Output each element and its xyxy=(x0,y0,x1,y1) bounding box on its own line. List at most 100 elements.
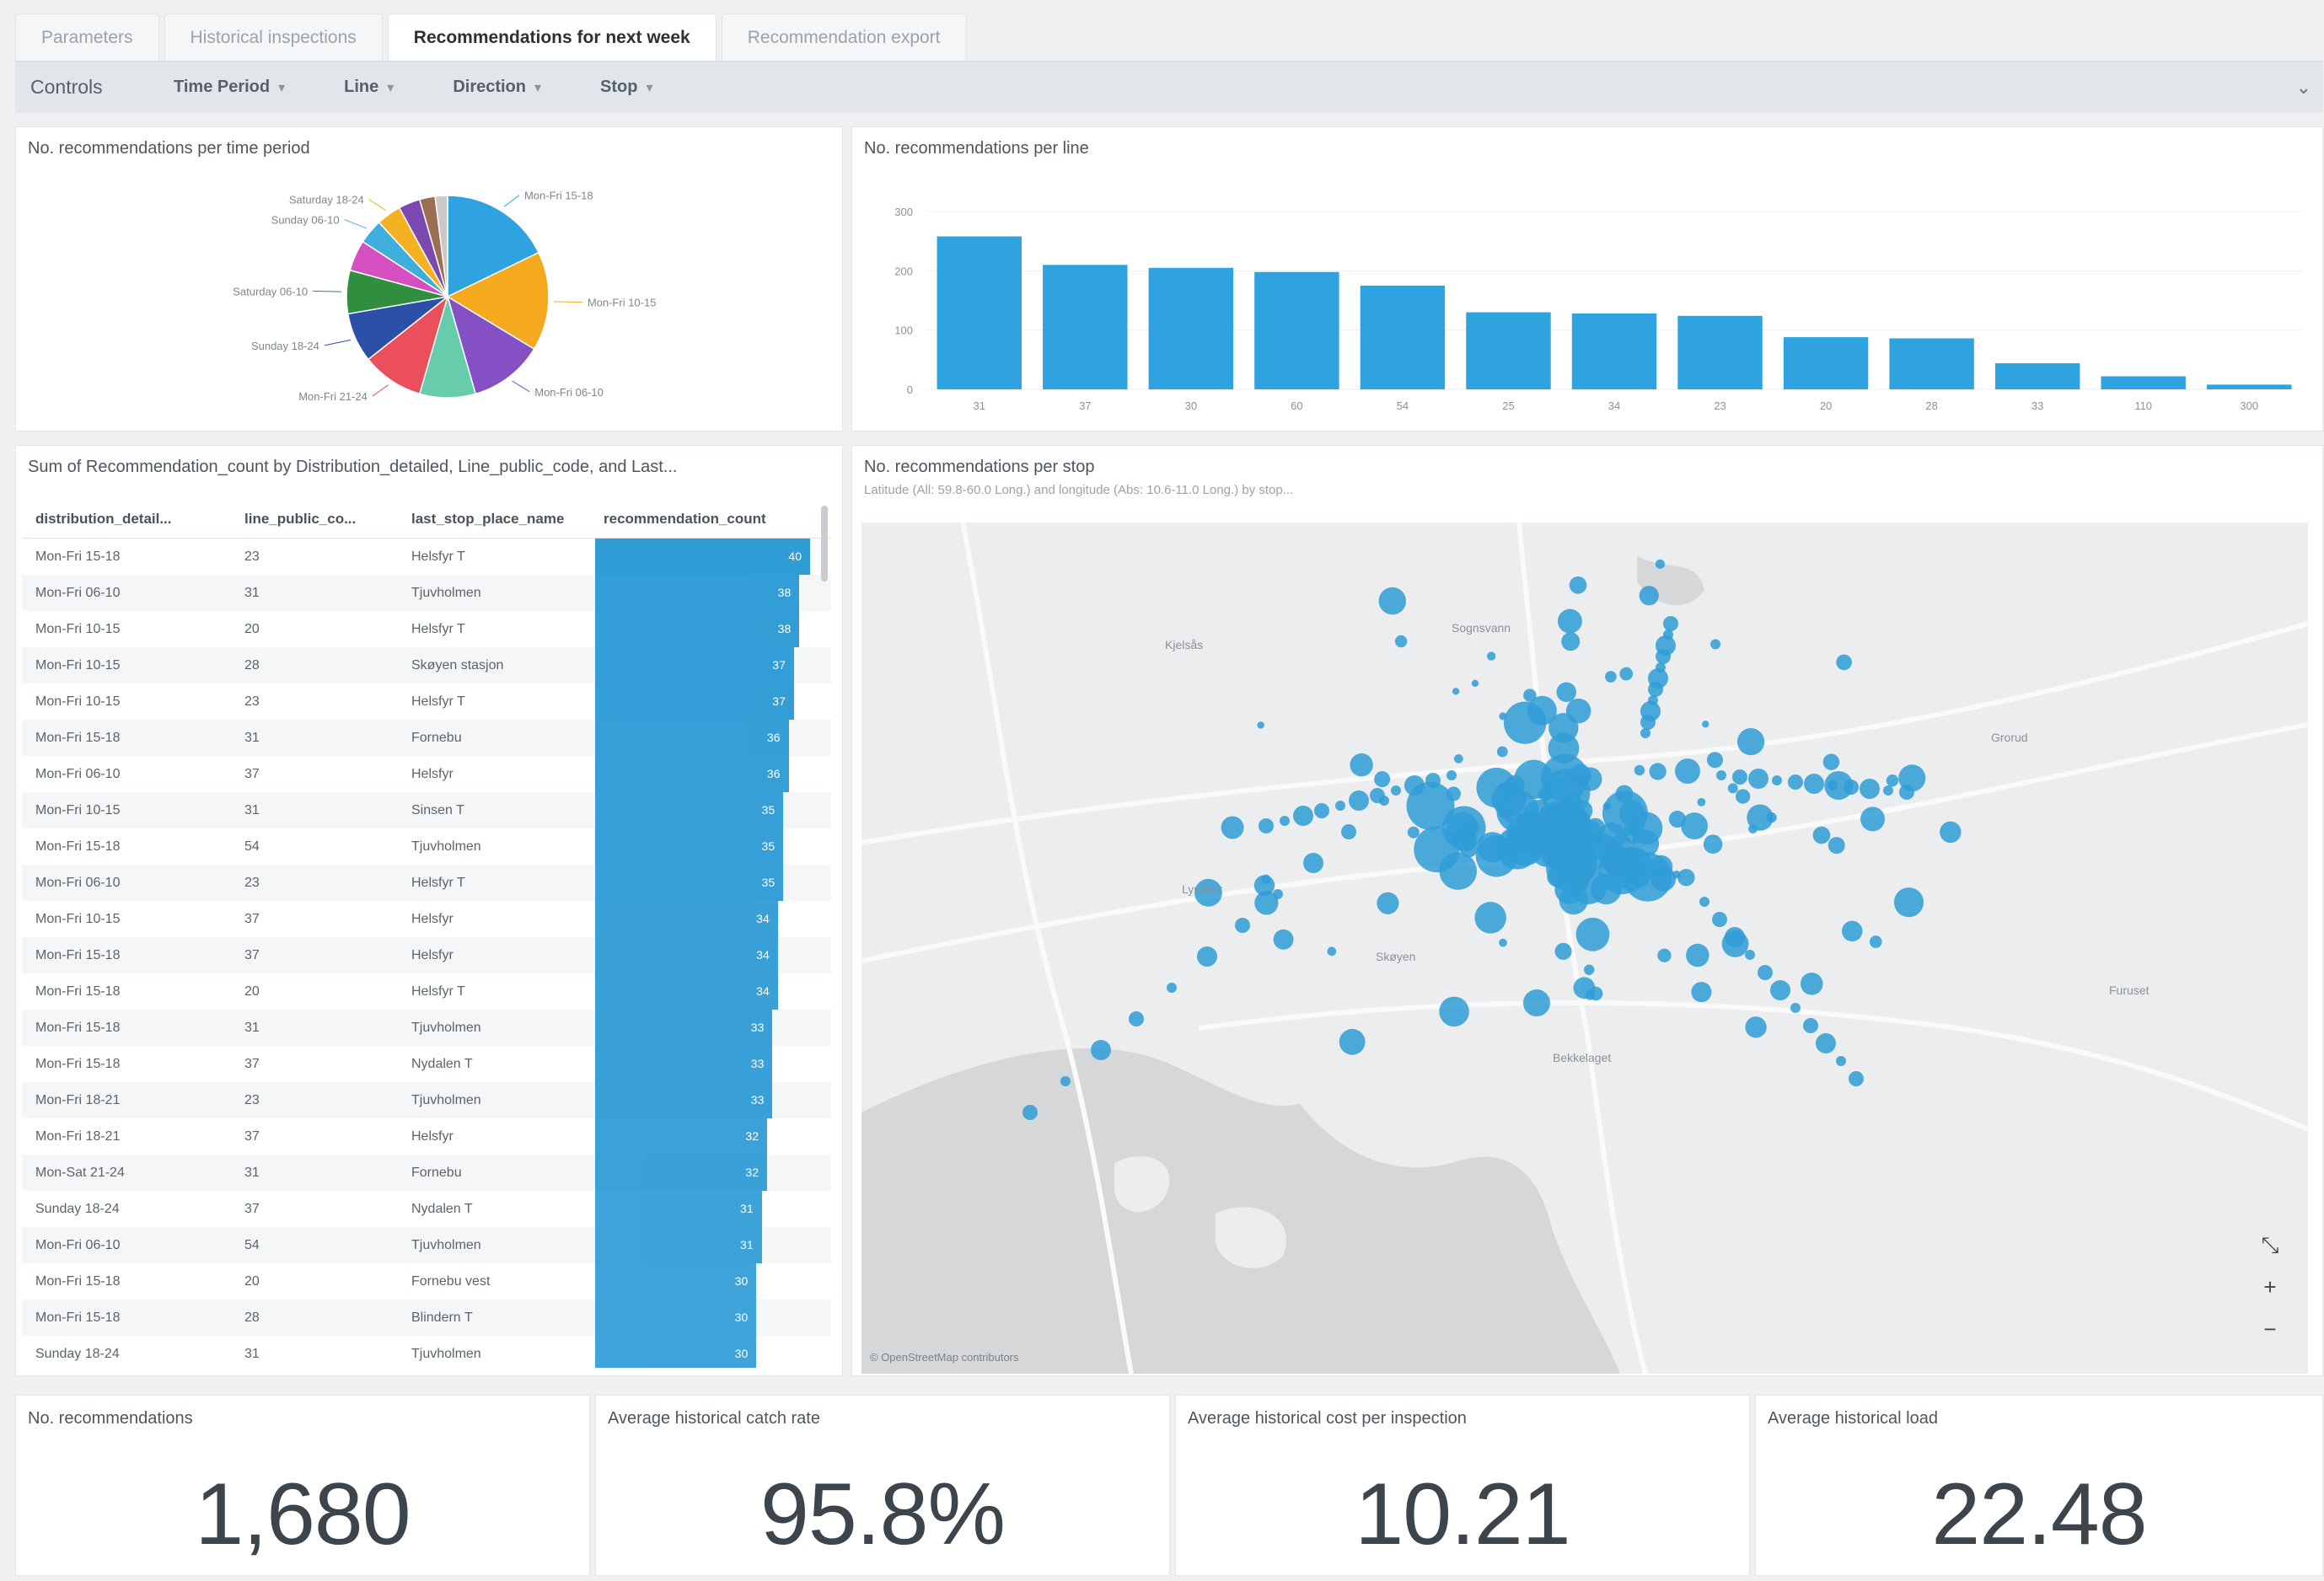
map-stop-bubble[interactable] xyxy=(1745,950,1755,960)
map-stop-bubble[interactable] xyxy=(1803,1018,1818,1033)
table-row[interactable]: Sunday 18-24 37 Nydalen T 31 xyxy=(22,1191,831,1227)
map-stop-bubble[interactable] xyxy=(1167,983,1177,993)
bar[interactable] xyxy=(1148,267,1234,389)
bar[interactable] xyxy=(1677,315,1763,389)
map-stop-bubble[interactable] xyxy=(1452,688,1460,695)
map-stop-bubble[interactable] xyxy=(1758,965,1773,980)
map-stop-bubble[interactable] xyxy=(1425,773,1441,788)
map-stop-bubble[interactable] xyxy=(1899,785,1914,800)
map-stop-bubble[interactable] xyxy=(1559,815,1581,837)
map-stop-bubble[interactable] xyxy=(1564,834,1578,849)
table-row[interactable]: Mon-Fri 10-15 28 Skøyen stasjon 37 xyxy=(22,647,831,683)
map-stop-bubble[interactable] xyxy=(1578,767,1602,791)
map-stop-bubble[interactable] xyxy=(1886,774,1899,787)
map-stop-bubble[interactable] xyxy=(1439,996,1469,1027)
map-stop-bubble[interactable] xyxy=(1453,754,1463,764)
map-stop-bubble[interactable] xyxy=(1496,746,1508,758)
map-stop-bubble[interactable] xyxy=(1565,698,1591,724)
map-stop-bubble[interactable] xyxy=(1836,1056,1846,1066)
bar[interactable] xyxy=(1254,271,1339,389)
map-stop-bubble[interactable] xyxy=(1655,559,1666,569)
map-stop-bubble[interactable] xyxy=(1377,892,1399,914)
map-stop-bubble[interactable] xyxy=(1770,980,1790,1000)
map-stop-bubble[interactable] xyxy=(1841,920,1863,942)
table-row[interactable]: Mon-Fri 15-18 28 Blindern T 30 xyxy=(22,1300,831,1336)
map-stop-bubble[interactable] xyxy=(1836,654,1852,671)
filter-direction[interactable]: Direction ▾ xyxy=(453,78,541,97)
map-stop-bubble[interactable] xyxy=(1503,701,1547,744)
map-stop-bubble[interactable] xyxy=(1580,842,1609,871)
map-stop-bubble[interactable] xyxy=(1883,785,1893,796)
map-stop-bubble[interactable] xyxy=(1378,587,1407,615)
table-scrollbar[interactable] xyxy=(821,506,828,581)
map-stop-bubble[interactable] xyxy=(1573,977,1596,1000)
bar[interactable] xyxy=(1043,265,1128,389)
map-stop-bubble[interactable] xyxy=(1391,785,1401,796)
tab-parameters[interactable]: Parameters xyxy=(15,13,159,61)
map-stop-bubble[interactable] xyxy=(1575,917,1610,951)
map-stop-bubble[interactable] xyxy=(1812,826,1831,844)
table-row[interactable]: Mon-Fri 15-18 23 Helsfyr T 40 xyxy=(22,539,831,575)
map-stop-bubble[interactable] xyxy=(1349,790,1369,811)
map-stop-bubble[interactable] xyxy=(1691,982,1712,1003)
map-stop-bubble[interactable] xyxy=(1556,682,1576,703)
map-stop-bubble[interactable] xyxy=(1394,635,1408,648)
map-stop-bubble[interactable] xyxy=(1677,868,1695,887)
map-stop-bubble[interactable] xyxy=(1893,887,1924,918)
map-stop-bubble[interactable] xyxy=(1273,889,1283,899)
map-stop-bubble[interactable] xyxy=(1487,651,1496,661)
bar[interactable] xyxy=(1889,338,1974,389)
table-row[interactable]: Mon-Fri 06-10 31 Tjuvholmen 38 xyxy=(22,575,831,611)
map-stop-bubble[interactable] xyxy=(1699,897,1709,907)
map-stop-bubble[interactable] xyxy=(1844,780,1859,795)
col-header-line[interactable]: line_public_co... xyxy=(221,511,386,528)
map-stop-bubble[interactable] xyxy=(1790,1003,1801,1013)
map-stop-bubble[interactable] xyxy=(1697,797,1706,807)
map-stop-bubble[interactable] xyxy=(1022,1105,1038,1120)
zoom-in-button[interactable]: + xyxy=(2256,1273,2284,1301)
map-stop-bubble[interactable] xyxy=(1828,837,1845,855)
map-stop-bubble[interactable] xyxy=(1554,942,1572,960)
bar[interactable] xyxy=(1360,285,1446,389)
map-stop-bubble[interactable] xyxy=(1257,721,1264,729)
map-stop-bubble[interactable] xyxy=(1303,853,1323,873)
map-stop-bubble[interactable] xyxy=(1259,818,1274,833)
map-stop-bubble[interactable] xyxy=(1327,946,1337,957)
table-row[interactable]: Mon-Fri 15-18 31 Tjuvholmen 33 xyxy=(22,1010,831,1046)
table-row[interactable]: Mon-Fri 10-15 37 Helsfyr 34 xyxy=(22,901,831,937)
map-stop-bubble[interactable] xyxy=(1681,812,1709,840)
table-row[interactable]: Sunday 18-24 31 Tjuvholmen 30 xyxy=(22,1336,831,1368)
table-row[interactable]: Mon-Fri 18-21 23 Tjuvholmen 33 xyxy=(22,1082,831,1118)
map-stop-bubble[interactable] xyxy=(1634,764,1645,776)
map-stop-bubble[interactable] xyxy=(1940,821,1962,844)
table-row[interactable]: Mon-Fri 15-18 54 Tjuvholmen 35 xyxy=(22,828,831,865)
map-stop-bubble[interactable] xyxy=(1341,824,1356,839)
table-row[interactable]: Mon-Fri 15-18 31 Fornebu 36 xyxy=(22,720,831,756)
map-stop-bubble[interactable] xyxy=(1560,792,1583,815)
map-stop-bubble[interactable] xyxy=(1557,608,1582,634)
table-row[interactable]: Mon-Fri 18-21 37 Helsfyr 32 xyxy=(22,1118,831,1155)
map-stop-bubble[interactable] xyxy=(1849,1071,1864,1086)
map-stop-bubble[interactable] xyxy=(1129,1011,1144,1026)
map-stop-bubble[interactable] xyxy=(1350,753,1373,777)
map-stop-bubble[interactable] xyxy=(1828,780,1838,790)
map-stop-bubble[interactable] xyxy=(1860,779,1880,799)
map-stop-bubble[interactable] xyxy=(1471,679,1479,687)
table-row[interactable]: Mon-Fri 10-15 23 Helsfyr T 37 xyxy=(22,683,831,720)
map-stop-bubble[interactable] xyxy=(1221,816,1244,839)
map-stop-bubble[interactable] xyxy=(1235,918,1250,933)
map-stop-bubble[interactable] xyxy=(1735,789,1751,804)
map-stop-bubble[interactable] xyxy=(1499,938,1507,947)
filter-time-period[interactable]: Time Period ▾ xyxy=(174,78,285,97)
map-stop-bubble[interactable] xyxy=(1583,964,1595,975)
map-stop-bubble[interactable] xyxy=(1374,771,1391,788)
map-stop-bubble[interactable] xyxy=(1293,806,1313,826)
table-row[interactable]: Mon-Fri 10-15 20 Helsfyr T 38 xyxy=(22,611,831,647)
table-row[interactable]: Mon-Fri 10-15 31 Sinsen T 35 xyxy=(22,792,831,828)
map-stop-bubble[interactable] xyxy=(1474,902,1506,934)
map-stop-bubble[interactable] xyxy=(1686,943,1709,967)
map-stop-bubble[interactable] xyxy=(1555,778,1564,787)
map-stop-bubble[interactable] xyxy=(1605,671,1617,683)
map-stop-bubble[interactable] xyxy=(1370,788,1385,803)
map-stop-bubble[interactable] xyxy=(1702,721,1709,728)
